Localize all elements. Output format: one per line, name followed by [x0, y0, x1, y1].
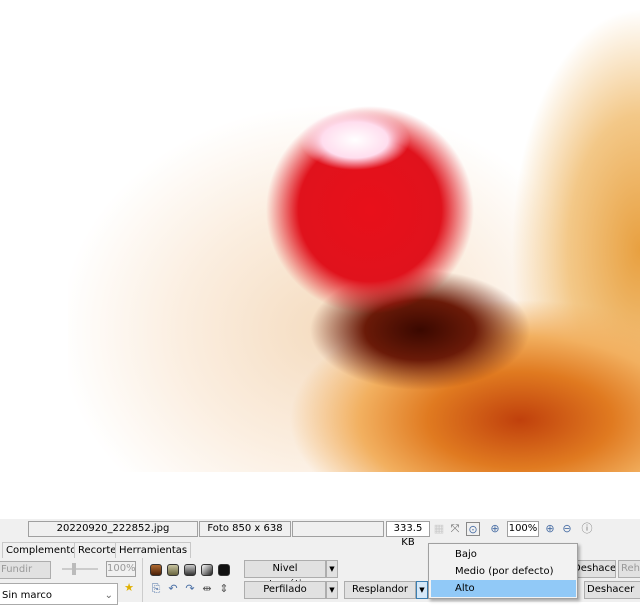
profile-dropdown[interactable]: ▼: [326, 581, 338, 599]
negative-icon[interactable]: [218, 564, 230, 576]
flip-horizontal-icon[interactable]: ⇹: [200, 582, 214, 596]
rotate-tool-icon[interactable]: ⎘: [149, 582, 163, 596]
menu-item-medio[interactable]: Medio (por defecto): [431, 563, 576, 580]
rotate-left-icon[interactable]: ↶: [166, 582, 180, 596]
zoom-fit-icon[interactable]: ⊕: [488, 522, 502, 536]
star-icon[interactable]: ★: [122, 581, 136, 595]
tab-recorte[interactable]: Recorte: [74, 542, 121, 558]
undo-button[interactable]: Deshacer: [572, 560, 616, 578]
zoom-level[interactable]: 100%: [507, 521, 539, 537]
empty-status: [292, 521, 384, 537]
auto-level-dropdown[interactable]: ▼: [326, 560, 338, 578]
actual-size-icon[interactable]: ⊙: [466, 522, 480, 536]
glow-button[interactable]: Resplandor: [344, 581, 416, 599]
menu-item-bajo[interactable]: Bajo: [431, 546, 576, 563]
info-icon[interactable]: ⓘ: [580, 522, 594, 536]
undo-all-button[interactable]: Deshacer todo: [584, 581, 640, 599]
glow-dropdown[interactable]: ▼: [416, 581, 428, 599]
zoom-out-icon[interactable]: ⊖: [560, 522, 574, 536]
fit-screen-icon[interactable]: ⤧: [448, 522, 462, 536]
chevron-down-icon: ⌄: [104, 590, 113, 601]
menu-item-alto[interactable]: Alto: [431, 580, 576, 597]
photo-canvas: [0, 0, 640, 472]
filesize-status: 333.5 KB: [386, 521, 430, 548]
profile-button[interactable]: Perfilado: [244, 581, 326, 599]
glow-level-menu: Bajo Medio (por defecto) Alto: [428, 543, 578, 599]
dimensions-status: Foto 850 x 638: [199, 521, 291, 537]
grayscale-icon[interactable]: [184, 564, 196, 576]
tint-icon[interactable]: [167, 564, 179, 576]
transparency-icon[interactable]: ▦: [432, 522, 446, 536]
opacity-slider[interactable]: [62, 563, 98, 575]
tab-herramientas[interactable]: Herramientas: [115, 542, 192, 558]
divider: [142, 558, 143, 602]
gradient-icon[interactable]: [201, 564, 213, 576]
blend-button[interactable]: Fundir: [0, 561, 51, 579]
redo-button[interactable]: Rehacer: [618, 560, 640, 578]
auto-level-button[interactable]: Nivel automático: [244, 560, 326, 590]
flip-vertical-icon[interactable]: ⇕: [217, 582, 231, 596]
zoom-in-icon[interactable]: ⊕: [543, 522, 557, 536]
sepia-icon[interactable]: [150, 564, 162, 576]
frame-select-value: Sin marco: [2, 590, 53, 601]
filename-status: 20220920_222852.jpg: [28, 521, 198, 537]
rotate-right-icon[interactable]: ↷: [183, 582, 197, 596]
opacity-value: 100%: [106, 561, 136, 577]
